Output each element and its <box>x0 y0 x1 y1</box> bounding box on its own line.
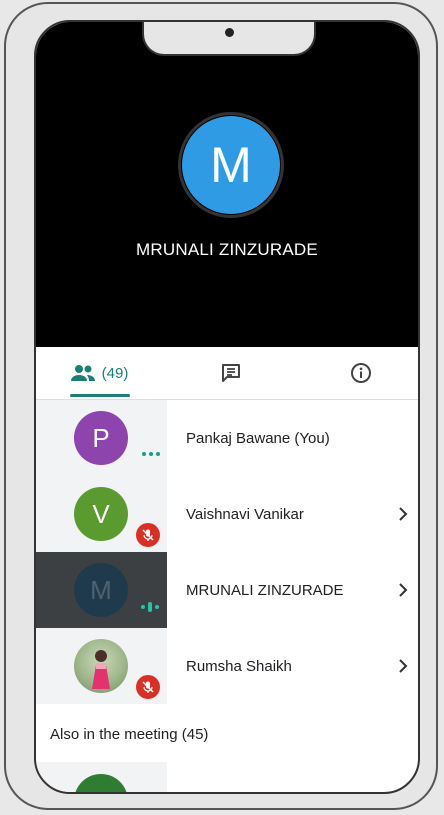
speaker-name: MRUNALI ZINZURADE <box>136 240 318 259</box>
tab-chat[interactable] <box>216 347 246 399</box>
participant-tile: P <box>36 400 167 476</box>
chat-icon <box>222 364 240 382</box>
participant-name: Vaishnavi Vanikar <box>186 505 304 523</box>
participant-row[interactable]: P Pankaj Bawane (You) <box>36 400 418 476</box>
tab-info[interactable] <box>346 347 376 399</box>
section-title: Also in the meeting (45) <box>50 726 209 743</box>
participant-tile: M <box>36 552 167 628</box>
participant-row[interactable]: V Vaishnavi Vanikar <box>36 476 418 552</box>
participant-tile: V <box>36 476 167 552</box>
chevron-right-icon[interactable] <box>398 552 408 628</box>
participant-row[interactable]: Rumsha Shaikh <box>36 628 418 704</box>
people-count: (49) <box>101 364 129 382</box>
participant-name: Pankaj Bawane (You) <box>186 429 330 447</box>
speaking-indicator-icon <box>141 602 159 612</box>
phone-screen: M MRUNALI ZINZURADE (49) P Pankaj Bawane… <box>34 20 420 794</box>
mic-off-icon <box>136 523 160 547</box>
mic-off-icon <box>136 675 160 699</box>
speaker-video: M MRUNALI ZINZURADE <box>36 22 418 347</box>
chevron-right-icon[interactable] <box>398 628 408 704</box>
participant-list: P Pankaj Bawane (You) V Vaishnavi Vanika… <box>36 400 418 704</box>
speaker-avatar: M <box>182 116 280 214</box>
participant-name: MRUNALI ZINZURADE <box>186 581 344 599</box>
tab-active-indicator <box>70 394 130 397</box>
chevron-right-icon[interactable] <box>398 476 408 552</box>
participant-row[interactable]: M MRUNALI ZINZURADE <box>36 552 418 628</box>
more-dots-icon <box>142 452 160 456</box>
tab-people[interactable]: (49) <box>64 347 134 399</box>
photo-avatar <box>74 639 128 693</box>
phone-notch <box>142 22 316 56</box>
participant-tile[interactable] <box>36 762 167 792</box>
info-icon <box>351 363 371 383</box>
people-icon <box>70 365 95 381</box>
camera-icon <box>225 28 234 37</box>
participant-name: Rumsha Shaikh <box>186 657 292 675</box>
participant-tile <box>36 628 167 704</box>
avatar: P <box>74 411 128 465</box>
meeting-tabs: (49) <box>36 347 418 400</box>
avatar: V <box>74 487 128 541</box>
avatar <box>74 774 128 792</box>
avatar: M <box>74 563 128 617</box>
